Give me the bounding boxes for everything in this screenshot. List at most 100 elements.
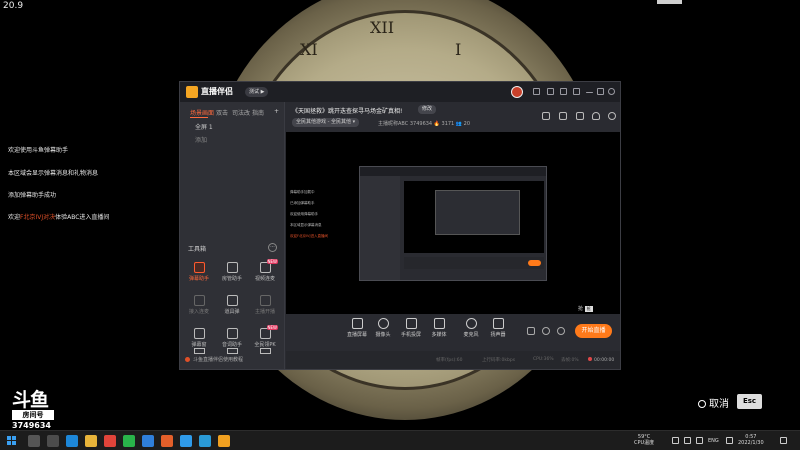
notice-prefix: 欢迎 (8, 214, 21, 221)
cancel-button[interactable]: 取消 (698, 395, 729, 410)
tutorial-label: 斗鱼直播伴侣使用教程 (193, 357, 244, 363)
edge-app-icon[interactable] (66, 435, 78, 447)
explorer-app-icon[interactable] (85, 435, 97, 447)
cpu-temp-widget[interactable]: 59°C CPU温度 (634, 434, 654, 446)
cancel-icon (698, 400, 706, 408)
notice-suffix: 体验ABC进入直播间 (55, 214, 110, 221)
tool-more[interactable] (216, 348, 248, 354)
message-icon[interactable] (533, 88, 540, 95)
start-button[interactable] (7, 436, 17, 446)
room-number-label: 房间号 (12, 410, 54, 420)
tutorial-icon (185, 357, 190, 362)
cancel-label: 取消 (709, 399, 729, 410)
photos-app-icon[interactable] (199, 435, 211, 447)
mic-button[interactable]: 麦克风 (456, 318, 486, 338)
scene-source-item[interactable]: 添加 (195, 135, 207, 144)
chrome-app-icon[interactable] (104, 435, 116, 447)
control-label: 多媒体 (431, 332, 447, 338)
tab-judicial[interactable]: 司法改 (232, 108, 250, 117)
preview-line: 欢迎F北京IVJ进入直播间 (290, 234, 328, 238)
language-indicator[interactable]: ENG (708, 438, 719, 444)
eye-icon[interactable] (542, 327, 550, 335)
new-badge: NEW (266, 325, 278, 330)
clock[interactable]: 0:57 2022/1/30 (738, 434, 764, 446)
toolbox-more-button[interactable]: ··· (268, 243, 277, 252)
qq-app-icon[interactable] (180, 435, 192, 447)
preview-line: 本区域显示弹幕消息 (290, 223, 322, 227)
menu-icon[interactable] (573, 88, 580, 95)
tool-admin[interactable]: 房管助手 (216, 262, 248, 282)
cpu-temp-label: CPU温度 (634, 440, 655, 446)
tool-keyword[interactable]: 音词助手 (216, 328, 248, 348)
cpu-status: CPU:36% (533, 357, 554, 362)
tool-gift[interactable]: 道具弹 (216, 295, 248, 315)
settings-icon[interactable] (557, 327, 565, 335)
camera-button[interactable]: 摄像头 (368, 318, 398, 338)
douyu-app-icon[interactable] (161, 435, 173, 447)
start-live-button[interactable]: 开始直播 (575, 324, 612, 338)
gift-icon[interactable] (542, 112, 550, 120)
fps-overlay: 20.9 (3, 1, 24, 11)
wechat-app-icon[interactable] (123, 435, 135, 447)
preview-tag-label: 抢 (578, 306, 584, 312)
add-scene-button[interactable]: + (274, 108, 279, 115)
media-button[interactable]: 多媒体 (424, 318, 454, 338)
tool-more[interactable] (183, 348, 215, 354)
tool-connect[interactable]: 接入连麦 (183, 295, 215, 315)
speaker-button[interactable]: 扬声器 (483, 318, 513, 338)
search-app-icon[interactable] (28, 435, 40, 447)
volume-icon[interactable] (696, 437, 703, 444)
media-icon (433, 318, 445, 329)
user-avatar[interactable] (511, 86, 523, 98)
version-badge[interactable]: 测试 ▶ (245, 87, 269, 97)
tool-video-link[interactable]: NEW 视频连麦 (249, 259, 281, 282)
live-preview[interactable]: 弹幕助手加载中 已添加弹幕助手 欢迎使用弹幕助手 本区域显示弹幕消息 欢迎F北京… (286, 132, 620, 314)
live-timer-value: 00:00:00 (594, 358, 615, 363)
edit-title-button[interactable]: 修改 (418, 105, 437, 114)
tool-comment-window[interactable]: 弹幕窗 (183, 328, 215, 348)
tool-danmaku[interactable]: 弹幕助手 (183, 262, 215, 282)
gift-box-icon[interactable] (560, 88, 567, 95)
gift-icon (226, 295, 238, 306)
task-view-app-icon[interactable] (47, 435, 59, 447)
tool-more[interactable] (249, 348, 281, 354)
triangle-icon (193, 348, 205, 354)
wechat-work-app-icon[interactable] (142, 435, 154, 447)
tab-guide[interactable]: 指南 (252, 108, 264, 117)
tool-label: 视频连麦 (254, 276, 275, 282)
nested-nested-window (435, 190, 520, 235)
companion-app-icon[interactable] (218, 435, 230, 447)
tray-chevron-icon[interactable] (672, 437, 679, 444)
toolbox-title: 工具箱 (188, 246, 207, 253)
tab-double[interactable]: 双击 (216, 108, 228, 117)
tool-broadcast[interactable]: 主播开播 (249, 295, 281, 315)
category-select[interactable]: 全民其他游戏 - 全民其他 ▾ (292, 118, 360, 127)
notice-line: 欢迎F北京IVJ对决体验ABC进入直播间 (8, 212, 109, 221)
tool-label: 主播开播 (254, 309, 275, 315)
sidebar: 场景画面 双击 司法改 指南 + 全屏 1 添加 工具箱 ··· 弹幕助手 房管… (180, 102, 285, 369)
notification-icon[interactable] (780, 437, 787, 444)
ime-icon[interactable] (726, 437, 733, 444)
skin-icon[interactable] (547, 88, 554, 95)
notice-line: 添加弹幕助手成功 (8, 192, 57, 199)
esc-key-button[interactable]: Esc (737, 394, 762, 409)
room-title: 《天国拯救》跳开迭查探寻马场金矿真相! (292, 108, 403, 115)
bell-icon[interactable] (592, 112, 600, 120)
control-label: 扬声器 (490, 332, 506, 338)
close-icon[interactable] (608, 88, 615, 95)
tab-scenes[interactable]: 场景画面 (190, 108, 214, 117)
windows-icon (7, 441, 11, 445)
network-icon[interactable] (684, 437, 691, 444)
scene-item[interactable]: 全屏 1 (195, 122, 213, 131)
minimize-icon[interactable] (586, 92, 593, 93)
bitrate-status: 上行码率:0kbps (482, 358, 516, 363)
share-icon[interactable] (608, 112, 616, 120)
tool-pk[interactable]: NEW 全民领PK (249, 325, 281, 348)
tutorial-link[interactable]: 斗鱼直播伴侣使用教程 (185, 356, 243, 363)
tool-label: 接入连麦 (188, 309, 209, 315)
phone-cast-button[interactable]: 手机投屏 (396, 318, 426, 338)
share-screen-icon[interactable] (576, 112, 584, 120)
task-icon[interactable] (559, 112, 567, 120)
maximize-icon[interactable] (597, 88, 604, 95)
record-icon[interactable] (527, 327, 535, 335)
